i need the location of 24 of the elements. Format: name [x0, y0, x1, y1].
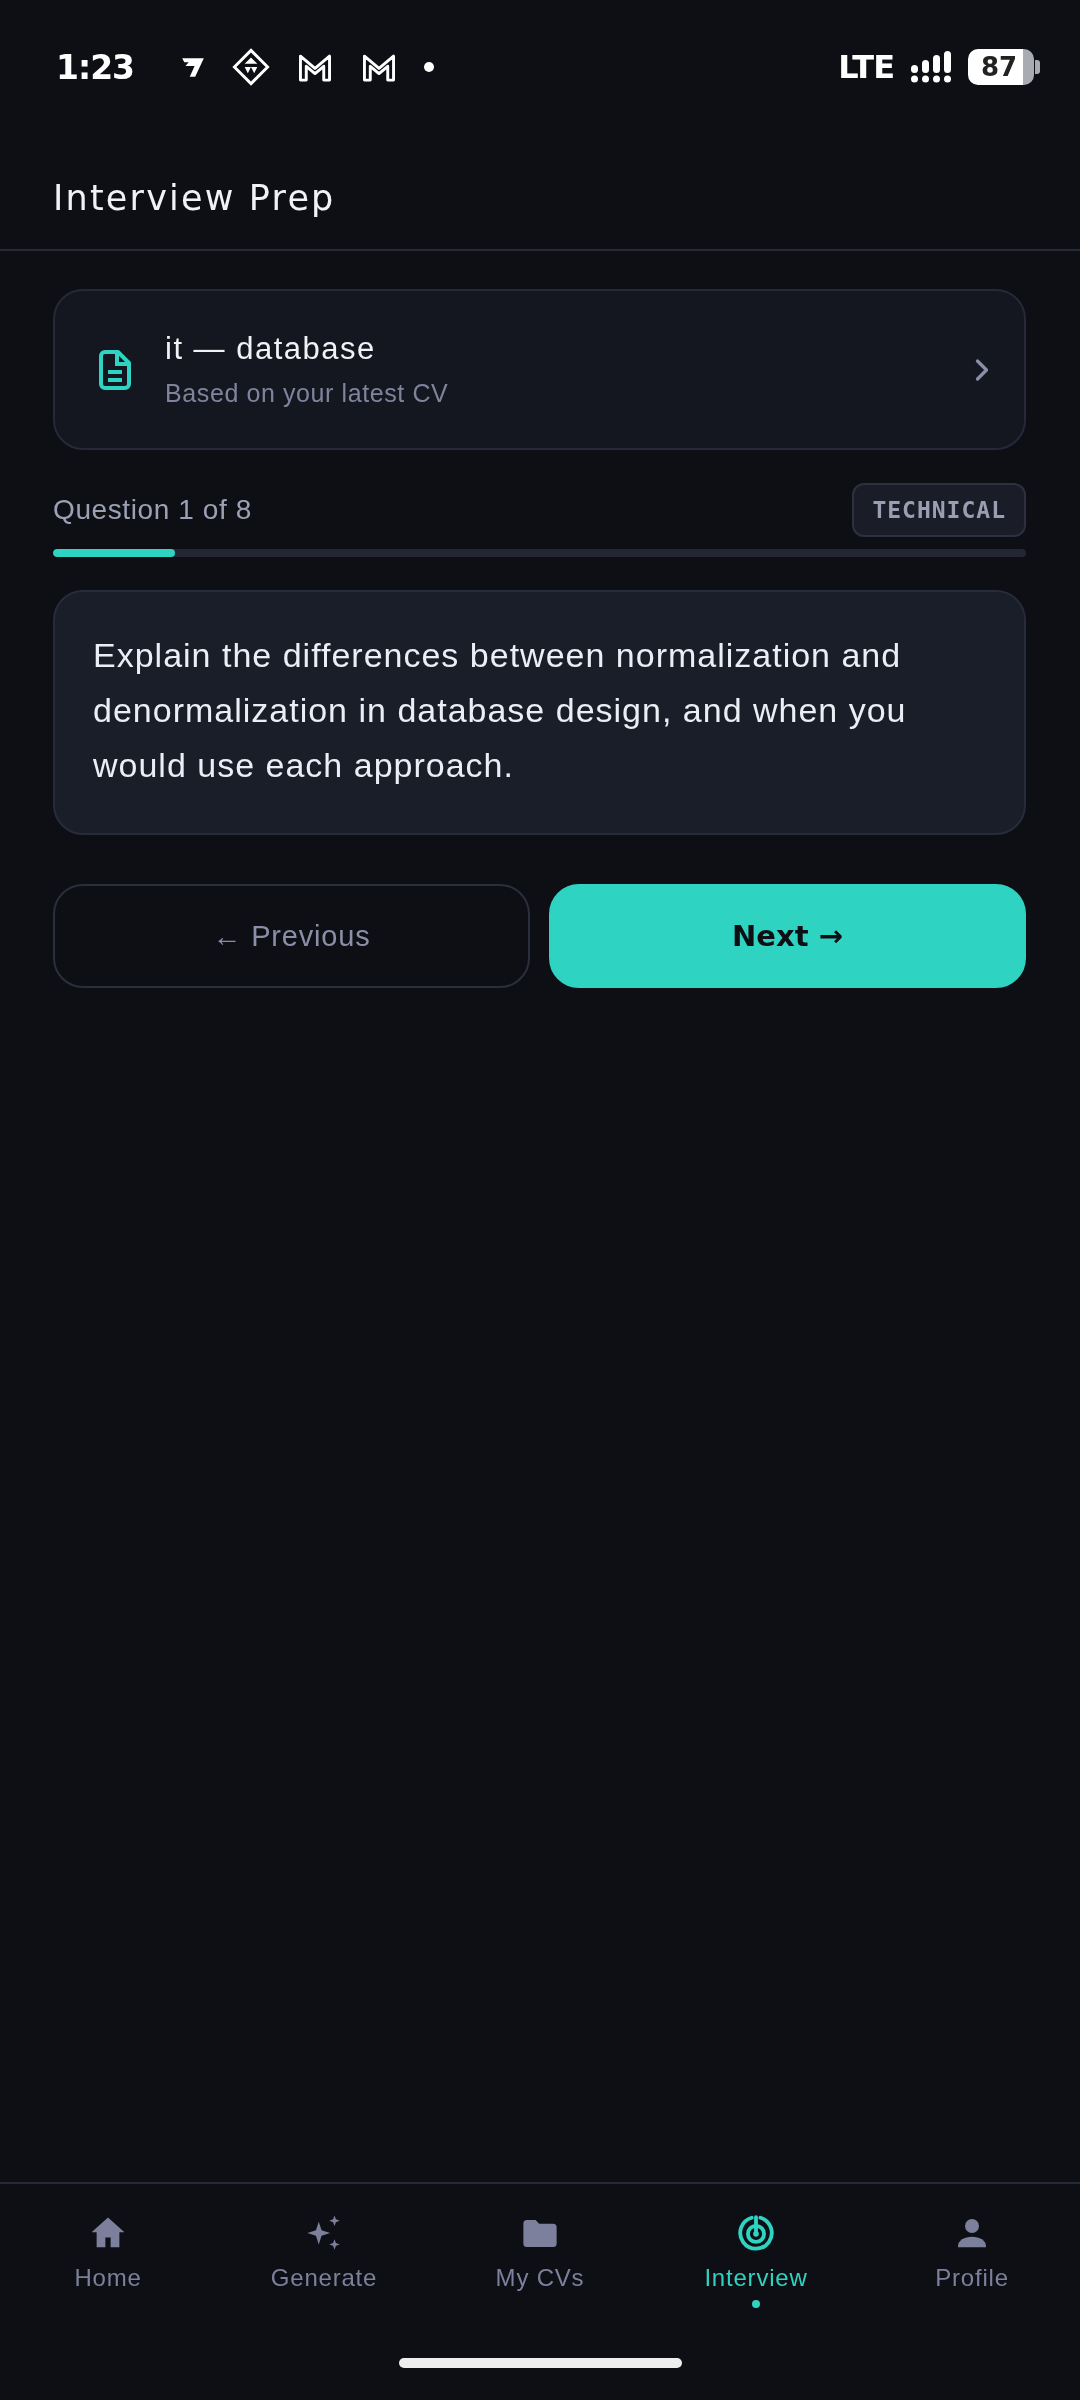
- previous-button[interactable]: ← Previous: [53, 884, 530, 988]
- screen-title: Interview Prep: [53, 177, 336, 218]
- network-type: LTE: [838, 48, 894, 86]
- cv-card[interactable]: it — database Based on your latest CV: [53, 289, 1026, 450]
- category-badge: TECHNICAL: [852, 483, 1026, 537]
- chevron-right-icon: [974, 357, 990, 382]
- status-time: 1:23: [56, 47, 135, 87]
- nav-tab[interactable]: Home: [0, 2184, 216, 2308]
- question-text: Explain the differences between normalization and denormalization in database design, and when you would use each approach.: [93, 635, 908, 786]
- question-counter: Question 1 of 8: [53, 494, 252, 526]
- cv-title: it — database: [165, 331, 377, 367]
- nav-tab[interactable]: Profile: [864, 2184, 1080, 2308]
- nav-tab[interactable]: Interview: [648, 2184, 864, 2308]
- next-button[interactable]: Next →: [549, 884, 1026, 988]
- target-icon: [735, 2212, 777, 2254]
- active-dot-icon: [752, 2300, 760, 2308]
- nav-tab[interactable]: Generate: [216, 2184, 432, 2308]
- diamond-icon: [232, 48, 271, 86]
- dot-icon: [424, 62, 435, 72]
- battery-indicator: 87: [968, 49, 1040, 85]
- cv-subtitle: Based on your latest CV: [165, 379, 450, 408]
- document-icon: [99, 349, 131, 390]
- nav-tab[interactable]: My CVs: [432, 2184, 648, 2308]
- signal-icon: [910, 51, 952, 83]
